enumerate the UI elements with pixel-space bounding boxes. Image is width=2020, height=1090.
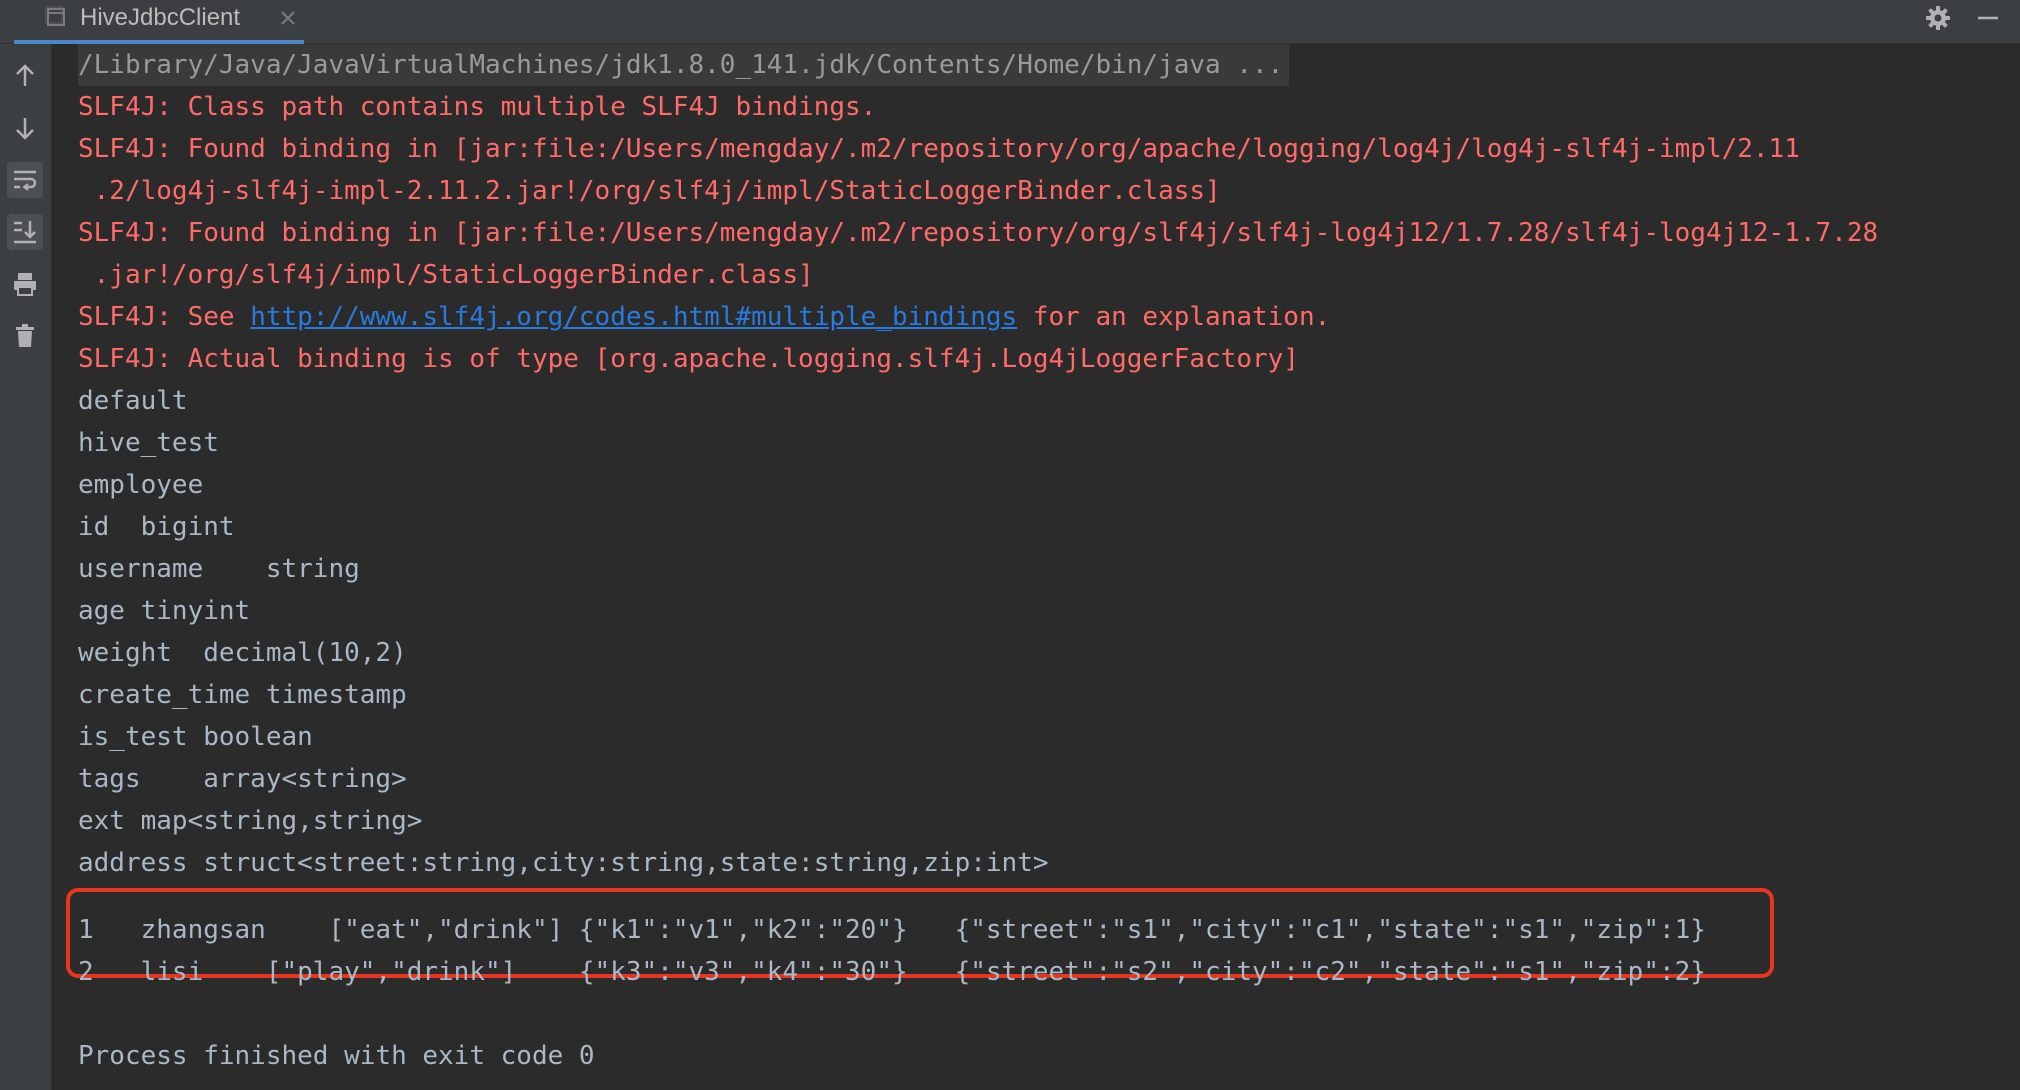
print-icon: [14, 273, 36, 296]
close-icon[interactable]: [276, 6, 300, 30]
output-line: tags array<string>: [78, 764, 407, 794]
result-row: 1 zhangsan ["eat","drink"] {"k1":"v1","k…: [78, 915, 1706, 945]
output-line: hive_test: [78, 428, 219, 458]
clear-all-button[interactable]: [7, 318, 43, 354]
tab-bar: HiveJdbcClient: [0, 0, 2020, 44]
output-line: is_test boolean: [78, 722, 313, 752]
error-line: SLF4J: Class path contains multiple SLF4…: [78, 92, 877, 122]
command-line: /Library/Java/JavaVirtualMachines/jdk1.8…: [78, 44, 1290, 86]
soft-wrap-icon: [14, 170, 37, 191]
multiple-bindings-link[interactable]: http://www.slf4j.org/codes.html#multiple…: [250, 302, 1017, 332]
soft-wrap-button[interactable]: [7, 162, 43, 198]
output-line: id bigint: [78, 512, 235, 542]
output-line: username string: [78, 554, 360, 584]
trash-icon: [16, 324, 34, 347]
output-line: weight decimal(10,2): [78, 638, 407, 668]
error-line: SLF4J: Actual binding is of type [org.ap…: [78, 344, 1299, 374]
run-tool-window: HiveJdbcClient /Library/Java/JavaVirtual…: [0, 0, 2020, 1090]
output-line: create_time timestamp: [78, 680, 407, 710]
error-line-see: SLF4J: See http://www.slf4j.org/codes.ht…: [78, 296, 1330, 338]
error-line: SLF4J: Found binding in [jar:file:/Users…: [78, 134, 1800, 164]
tab-hivejdbcclient[interactable]: HiveJdbcClient: [14, 0, 304, 44]
error-line: .jar!/org/slf4j/impl/StaticLoggerBinder.…: [78, 260, 814, 290]
down-arrow-button[interactable]: [7, 110, 43, 146]
up-arrow-icon: [16, 64, 34, 86]
output-line: address struct<street:string,city:string…: [78, 848, 1049, 878]
error-line: SLF4J: Found binding in [jar:file:/Users…: [78, 218, 1879, 248]
up-arrow-button[interactable]: [7, 58, 43, 94]
scroll-to-end-button[interactable]: [7, 214, 43, 250]
error-line: .2/log4j-slf4j-impl-2.11.2.jar!/org/slf4…: [78, 176, 1221, 206]
output-line: employee: [78, 470, 204, 500]
minimize-icon[interactable]: [1974, 4, 2002, 32]
scroll-to-end-icon: [14, 221, 36, 244]
exit-line: Process finished with exit code 0: [78, 1041, 595, 1071]
result-row: 2 lisi ["play","drink"] {"k3":"v3","k4":…: [78, 957, 1706, 987]
console-toolbar: [0, 44, 52, 1090]
output-line: default: [78, 386, 188, 416]
output-line: ext map<string,string>: [78, 806, 423, 836]
gear-icon[interactable]: [1924, 4, 1952, 32]
print-button[interactable]: [7, 266, 43, 302]
tab-title: HiveJdbcClient: [80, 4, 241, 31]
see-suffix: for an explanation.: [1017, 302, 1331, 332]
see-prefix: SLF4J: See: [78, 302, 251, 332]
console-tab-icon: [45, 6, 65, 26]
down-arrow-icon: [16, 118, 34, 140]
console-output[interactable]: /Library/Java/JavaVirtualMachines/jdk1.8…: [52, 44, 2020, 1090]
output-line: age tinyint: [78, 596, 251, 626]
